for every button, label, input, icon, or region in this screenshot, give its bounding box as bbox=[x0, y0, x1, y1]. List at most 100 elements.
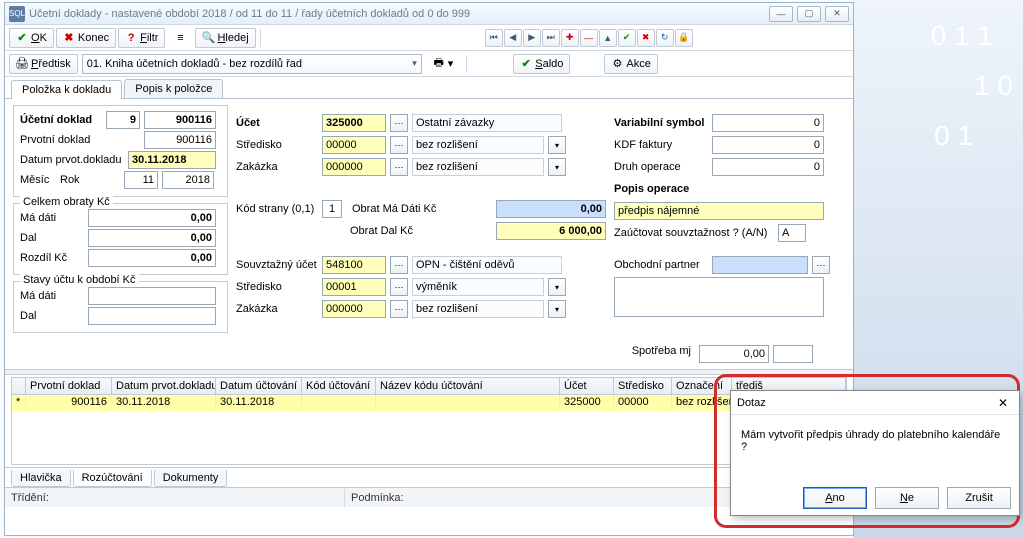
nav-delete[interactable]: — bbox=[580, 29, 598, 47]
souvztazny-desc: OPN - čištění oděvů bbox=[412, 256, 562, 274]
nav-refresh[interactable]: ↻ bbox=[656, 29, 674, 47]
cell-datum-prvot: 30.11.2018 bbox=[112, 395, 216, 411]
zakazka-input[interactable] bbox=[322, 158, 386, 176]
btab-hlavicka[interactable]: Hlavička bbox=[11, 470, 71, 487]
grid-body[interactable]: * 900116 30.11.2018 30.11.2018 325000 00… bbox=[11, 395, 847, 465]
akce-button[interactable]: ⚙ Akce bbox=[604, 54, 657, 74]
stredisko2-lookup[interactable]: ⋯ bbox=[390, 278, 408, 296]
zakazka2-lookup[interactable]: ⋯ bbox=[390, 300, 408, 318]
col-nazev-kodu[interactable]: Název kódu účtování bbox=[376, 378, 560, 394]
partner-lookup[interactable]: ⋯ bbox=[812, 256, 830, 274]
nav-insert[interactable]: ✚ bbox=[561, 29, 579, 47]
doc-number-input[interactable] bbox=[144, 111, 216, 129]
spotreba-input[interactable] bbox=[699, 345, 769, 363]
souvztazny-lookup[interactable]: ⋯ bbox=[390, 256, 408, 274]
nav-edit[interactable]: ▲ bbox=[599, 29, 617, 47]
tab-popis[interactable]: Popis k položce bbox=[124, 79, 223, 98]
nav-last[interactable]: ⏭ bbox=[542, 29, 560, 47]
toolbar-main: ✔ OK ✖ Konec ? Filtr ≡ 🔍 Hledej ⏮ ◀ ▶ ⏭ … bbox=[5, 25, 853, 51]
check-icon: ✔ bbox=[16, 32, 28, 44]
print-button[interactable]: 🖶▾ bbox=[426, 54, 461, 74]
tab-polozka[interactable]: Položka k dokladu bbox=[11, 80, 122, 99]
zakazka2-input[interactable] bbox=[322, 300, 386, 318]
col-datum-prvot[interactable]: Datum prvot.dokladu bbox=[112, 378, 216, 394]
window-title: Účetní doklady - nastavené období 2018 /… bbox=[29, 8, 769, 20]
col-stredisko[interactable]: Středisko bbox=[614, 378, 672, 394]
popis-input[interactable] bbox=[614, 202, 824, 220]
doc-series-input[interactable] bbox=[106, 111, 140, 129]
datum-input[interactable] bbox=[128, 151, 216, 169]
ok-label: OK bbox=[31, 32, 47, 44]
prvotni-input[interactable] bbox=[144, 131, 216, 149]
zakazka-dropdown[interactable]: ▾ bbox=[548, 158, 566, 176]
stredisko-lookup[interactable]: ⋯ bbox=[390, 136, 408, 154]
dal-value bbox=[88, 229, 216, 247]
zauctovat-input[interactable] bbox=[778, 224, 806, 242]
kdf-input[interactable] bbox=[712, 136, 824, 154]
stredisko2-label: Středisko bbox=[236, 281, 318, 293]
col-marker[interactable] bbox=[12, 378, 26, 394]
zakazka2-dropdown[interactable]: ▾ bbox=[548, 300, 566, 318]
zakazka2-label: Zakázka bbox=[236, 303, 318, 315]
zakazka-lookup[interactable]: ⋯ bbox=[390, 158, 408, 176]
col-datum-uct[interactable]: Datum účtování bbox=[216, 378, 302, 394]
nav-lock[interactable]: 🔒 bbox=[675, 29, 693, 47]
souvztazny-input[interactable] bbox=[322, 256, 386, 274]
nav-post[interactable]: ✔ bbox=[618, 29, 636, 47]
druh-input[interactable] bbox=[712, 158, 824, 176]
report-combo-value: 01. Kniha účetních dokladů - bez rozdílů… bbox=[87, 58, 302, 70]
vs-input[interactable] bbox=[712, 114, 824, 132]
maximize-button[interactable]: ▢ bbox=[797, 6, 821, 22]
rok-input[interactable] bbox=[162, 171, 214, 189]
dialog-titlebar: Dotaz ✕ bbox=[731, 391, 1019, 415]
konec-button[interactable]: ✖ Konec bbox=[56, 28, 116, 48]
minimize-button[interactable]: — bbox=[769, 6, 793, 22]
btab-rozuctovani[interactable]: Rozúčtování bbox=[73, 470, 152, 487]
dialog-no-button[interactable]: Ne bbox=[875, 487, 939, 509]
report-combo[interactable]: 01. Kniha účetních dokladů - bez rozdílů… bbox=[82, 54, 422, 74]
predtisk-button[interactable]: 🖨 Předtisk bbox=[9, 54, 78, 74]
dialog-cancel-button[interactable]: Zrušit bbox=[947, 487, 1011, 509]
kod-strany-input[interactable] bbox=[322, 200, 342, 218]
btab-dokumenty[interactable]: Dokumenty bbox=[154, 470, 228, 487]
ucet-input[interactable] bbox=[322, 114, 386, 132]
stredisko-dropdown[interactable]: ▾ bbox=[548, 136, 566, 154]
nav-next[interactable]: ▶ bbox=[523, 29, 541, 47]
col-ucet[interactable]: Účet bbox=[560, 378, 614, 394]
nav-cancel[interactable]: ✖ bbox=[637, 29, 655, 47]
stredisko2-dropdown[interactable]: ▾ bbox=[548, 278, 566, 296]
stredisko2-input[interactable] bbox=[322, 278, 386, 296]
ucet-lookup[interactable]: ⋯ bbox=[390, 114, 408, 132]
obrat-md-input[interactable] bbox=[496, 200, 606, 218]
spotreba-mj-input[interactable] bbox=[773, 345, 813, 363]
close-button[interactable]: ✕ bbox=[825, 6, 849, 22]
stredisko-input[interactable] bbox=[322, 136, 386, 154]
nav-first[interactable]: ⏮ bbox=[485, 29, 503, 47]
cell-ucet: 325000 bbox=[560, 395, 614, 411]
zakazka-desc: bez rozlišení bbox=[412, 158, 544, 176]
print-icon: 🖶 bbox=[433, 58, 445, 70]
kod-strany-label: Kód strany (0,1) bbox=[236, 203, 318, 215]
stavy-fieldset: Stavy účtu k období Kč Má dáti Dal bbox=[13, 281, 228, 333]
hledej-button[interactable]: 🔍 Hledej bbox=[195, 28, 255, 48]
app-icon: SQL bbox=[9, 6, 25, 22]
status-trideni: Třídění: bbox=[5, 488, 345, 507]
saldo-button[interactable]: ✔ Saldo bbox=[513, 54, 570, 74]
dialog-yes-button[interactable]: Ano bbox=[803, 487, 867, 509]
filter-icon: ≡ bbox=[174, 32, 186, 44]
col-prvotni[interactable]: Prvotní doklad bbox=[26, 378, 112, 394]
table-row[interactable]: * 900116 30.11.2018 30.11.2018 325000 00… bbox=[12, 395, 846, 411]
filter-icon-button[interactable]: ≡ bbox=[167, 28, 193, 48]
toolbar-report: 🖨 Předtisk 01. Kniha účetních dokladů - … bbox=[5, 51, 853, 77]
grid-header: Prvotní doklad Datum prvot.dokladu Datum… bbox=[11, 377, 847, 395]
dialog-close-button[interactable]: ✕ bbox=[993, 394, 1013, 412]
mesic-input[interactable] bbox=[124, 171, 158, 189]
obrat-dal-input[interactable] bbox=[496, 222, 606, 240]
partner-input[interactable] bbox=[712, 256, 808, 274]
ok-button[interactable]: ✔ OK bbox=[9, 28, 54, 48]
col-oznaceni[interactable]: Označení bbox=[672, 378, 732, 394]
mesic-label: Měsíc bbox=[20, 174, 56, 186]
col-kod-uct[interactable]: Kód účtování bbox=[302, 378, 376, 394]
filtr-button[interactable]: ? Filtr bbox=[118, 28, 165, 48]
nav-prev[interactable]: ◀ bbox=[504, 29, 522, 47]
